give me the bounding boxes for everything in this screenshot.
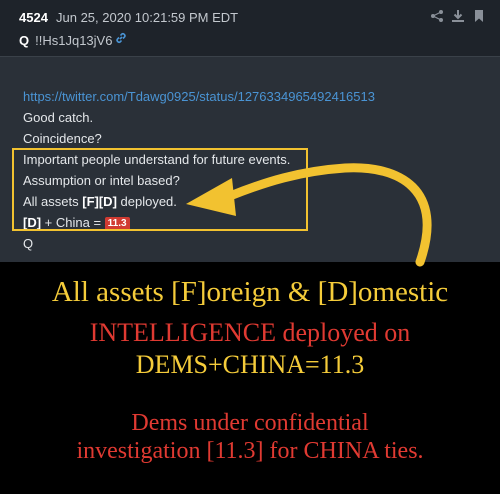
caption-line-4: Dems under confidential xyxy=(131,410,369,436)
caption-line-1: All assets [F]oreign & [D]omestic xyxy=(51,276,449,308)
caption-line-5: investigation [11.3] for CHINA ties. xyxy=(76,438,424,464)
caption-line-2: INTELLIGENCE deployed on xyxy=(89,318,411,347)
curved-arrow xyxy=(186,163,432,267)
caption-line-3: DEMS+CHINA=11.3 xyxy=(135,350,365,379)
